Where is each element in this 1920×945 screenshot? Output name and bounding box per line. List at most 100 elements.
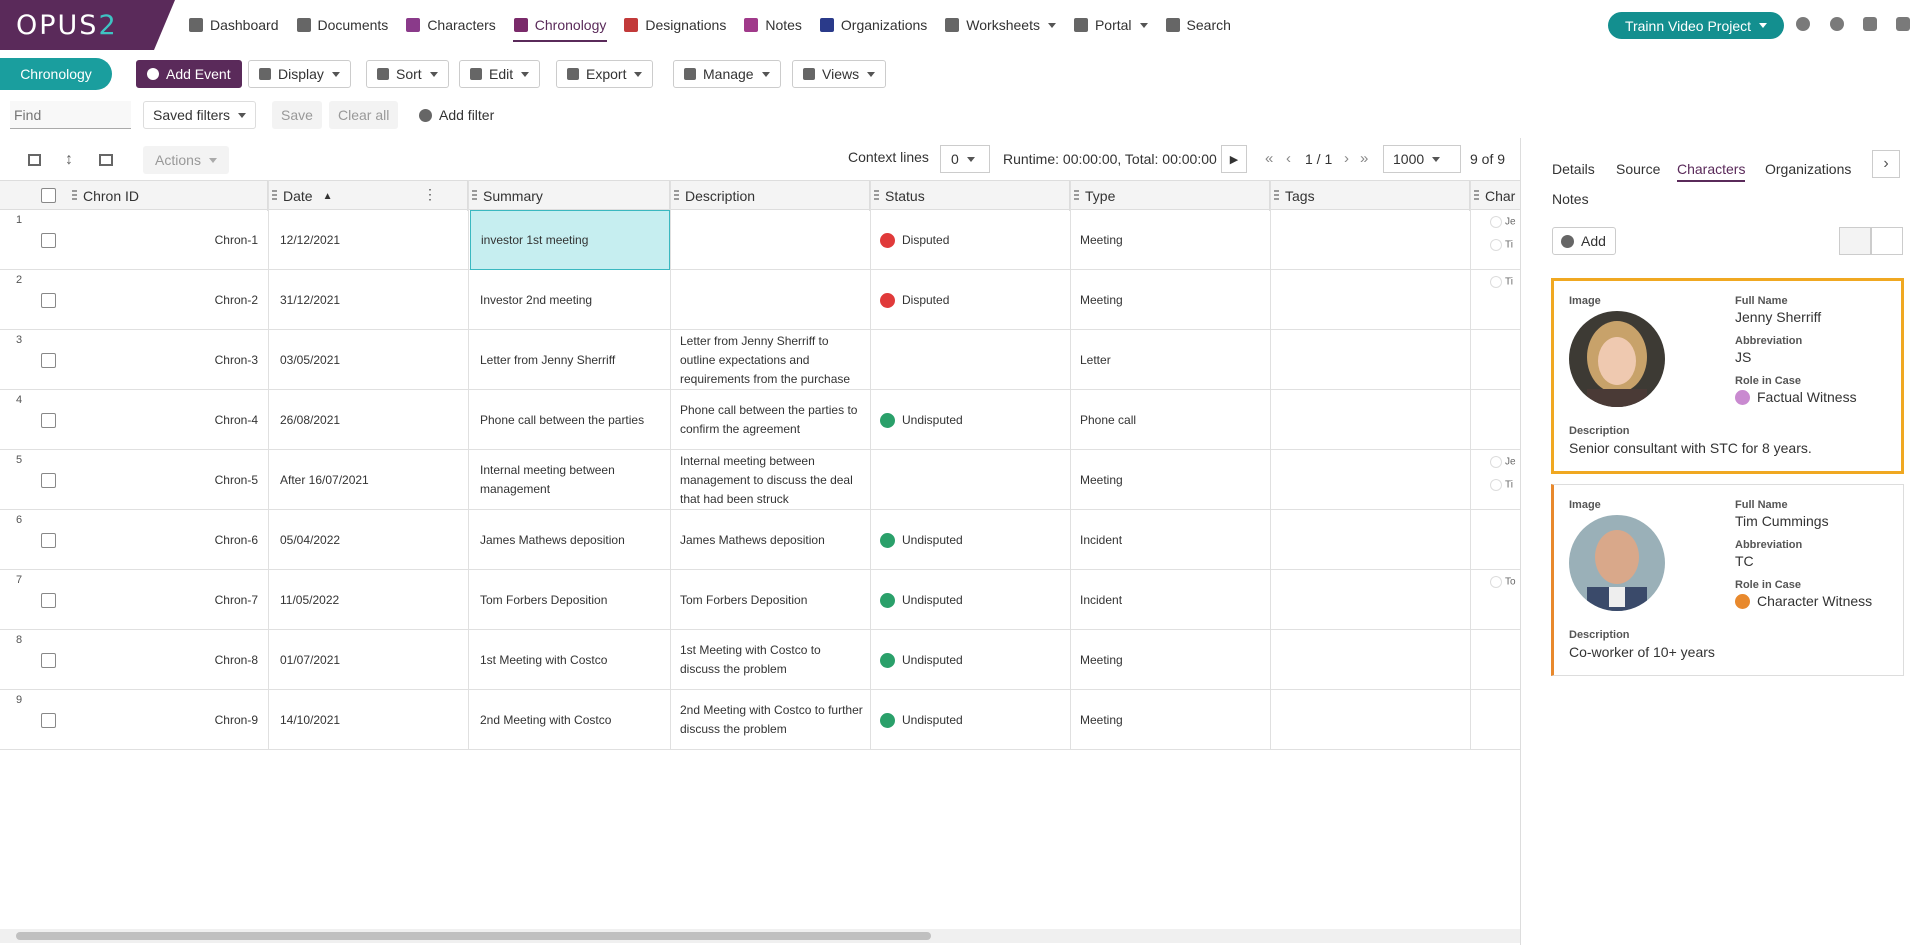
cell-summary[interactable]: James Mathews deposition — [470, 510, 670, 570]
nav-notes[interactable]: Notes — [735, 0, 811, 50]
help-icon[interactable] — [1796, 17, 1810, 31]
cell-date[interactable]: 11/05/2022 — [280, 570, 466, 630]
cell-date[interactable]: 01/07/2021 — [280, 630, 466, 690]
cell-description[interactable]: Letter from Jenny Sherriff to outline ex… — [670, 330, 870, 390]
cell-chron-id[interactable]: Chron-7 — [68, 570, 264, 630]
cell-type[interactable]: Letter — [1080, 330, 1270, 390]
cell-type[interactable]: Meeting — [1080, 210, 1270, 270]
cell-date[interactable]: 05/04/2022 — [280, 510, 466, 570]
cell-tags[interactable] — [1280, 510, 1470, 570]
cell-date[interactable]: 31/12/2021 — [280, 270, 466, 330]
cell-status[interactable]: Undisputed — [880, 570, 1070, 630]
nav-worksheets[interactable]: Worksheets — [936, 0, 1065, 50]
drag-handle-icon[interactable] — [472, 190, 477, 202]
tab-organizations[interactable]: Organizations — [1765, 161, 1851, 177]
cell-chron-id[interactable]: Chron-8 — [68, 630, 264, 690]
cell-summary[interactable]: investor 1st meeting — [470, 210, 670, 270]
nav-characters[interactable]: Characters — [397, 0, 504, 50]
cell-type[interactable]: Phone call — [1080, 390, 1270, 450]
drag-handle-icon[interactable] — [1274, 190, 1279, 202]
cell-type[interactable]: Meeting — [1080, 450, 1270, 510]
cell-date[interactable]: 14/10/2021 — [280, 690, 466, 750]
page-size-select[interactable]: 1000 — [1383, 145, 1461, 173]
cell-summary[interactable]: 1st Meeting with Costco — [470, 630, 670, 690]
cell-status[interactable] — [880, 450, 1070, 510]
nav-chronology[interactable]: Chronology — [505, 0, 616, 50]
cell-description[interactable] — [670, 210, 870, 270]
cell-chron-id[interactable]: Chron-1 — [68, 210, 264, 270]
row-height-icon[interactable]: ↕ — [65, 151, 73, 169]
column-header-date[interactable]: Date ▲ ⋮ — [268, 181, 468, 211]
column-header-summary[interactable]: Summary — [468, 181, 670, 211]
display-button[interactable]: Display — [248, 60, 351, 88]
cell-chron-id[interactable]: Chron-2 — [68, 270, 264, 330]
row-checkbox[interactable] — [41, 293, 56, 308]
table-view-icon[interactable] — [1871, 227, 1903, 255]
nav-documents[interactable]: Documents — [288, 0, 398, 50]
cell-type[interactable]: Meeting — [1080, 690, 1270, 750]
saved-filters-dropdown[interactable]: Saved filters — [143, 101, 257, 129]
cell-tags[interactable] — [1280, 450, 1470, 510]
columns-icon[interactable] — [99, 154, 113, 166]
table-row[interactable]: 3 Chron-3 03/05/2021 Letter from Jenny Sh… — [0, 330, 1520, 390]
scrollbar-thumb[interactable] — [16, 932, 931, 940]
cell-summary[interactable]: Tom Forbers Deposition — [470, 570, 670, 630]
cell-chron-id[interactable]: Chron-4 — [68, 390, 264, 450]
tab-source[interactable]: Source — [1616, 161, 1660, 177]
prev-page-icon[interactable]: ‹ — [1286, 150, 1291, 167]
drag-handle-icon[interactable] — [272, 190, 277, 202]
cell-description[interactable]: Phone call between the parties to confir… — [670, 390, 870, 450]
table-row[interactable]: 9 Chron-9 14/10/2021 2nd Meeting with Cos… — [0, 690, 1520, 750]
cell-tags[interactable] — [1280, 330, 1470, 390]
character-chip[interactable]: To — [1490, 576, 1518, 588]
add-filter-button[interactable]: Add filter — [410, 101, 503, 129]
column-header-type[interactable]: Type — [1070, 181, 1270, 211]
row-checkbox[interactable] — [41, 713, 56, 728]
sort-asc-icon[interactable]: ▲ — [323, 191, 333, 202]
card-view-icon[interactable] — [1839, 227, 1871, 255]
cell-summary[interactable]: Letter from Jenny Sherriff — [470, 330, 670, 390]
find-input[interactable] — [10, 101, 131, 129]
cell-date[interactable]: After 16/07/2021 — [280, 450, 466, 510]
save-filter-button[interactable]: Save — [272, 101, 322, 129]
cell-date[interactable]: 26/08/2021 — [280, 390, 466, 450]
cell-description[interactable]: 1st Meeting with Costco to discuss the p… — [670, 630, 870, 690]
cell-status[interactable]: Undisputed — [880, 390, 1070, 450]
row-checkbox[interactable] — [41, 533, 56, 548]
cell-status[interactable]: Undisputed — [880, 510, 1070, 570]
row-checkbox[interactable] — [41, 653, 56, 668]
nav-portal[interactable]: Portal — [1065, 0, 1157, 50]
bell-icon[interactable] — [1863, 17, 1877, 31]
table-row[interactable]: 7 Chron-7 11/05/2022 Tom Forbers Depositi… — [0, 570, 1520, 630]
first-page-icon[interactable]: « — [1265, 150, 1273, 167]
cell-tags[interactable] — [1280, 390, 1470, 450]
cell-description[interactable]: 2nd Meeting with Costco to further discu… — [670, 690, 870, 750]
cell-date[interactable]: 12/12/2021 — [280, 210, 466, 270]
table-row[interactable]: 4 Chron-4 26/08/2021 Phone call between t… — [0, 390, 1520, 450]
cell-chron-id[interactable]: Chron-9 — [68, 690, 264, 750]
cell-status[interactable]: Disputed — [880, 270, 1070, 330]
cell-description[interactable]: James Mathews deposition — [670, 510, 870, 570]
nav-designations[interactable]: Designations — [615, 0, 735, 50]
play-button[interactable]: ▶ — [1221, 145, 1247, 173]
tab-characters[interactable]: Characters — [1677, 161, 1746, 182]
cell-chron-id[interactable]: Chron-5 — [68, 450, 264, 510]
table-row[interactable]: 8 Chron-8 01/07/2021 1st Meeting with Cos… — [0, 630, 1520, 690]
cell-date[interactable]: 03/05/2021 — [280, 330, 466, 390]
cell-summary[interactable]: Phone call between the parties — [470, 390, 670, 450]
tab-details[interactable]: Details — [1552, 161, 1595, 177]
cell-description[interactable] — [670, 270, 870, 330]
tab-notes[interactable]: Notes — [1552, 191, 1589, 207]
select-all-checkbox[interactable] — [41, 188, 56, 203]
drag-handle-icon[interactable] — [674, 190, 679, 202]
sort-button[interactable]: Sort — [366, 60, 449, 88]
cell-description[interactable]: Tom Forbers Deposition — [670, 570, 870, 630]
row-checkbox[interactable] — [41, 473, 56, 488]
cell-status[interactable]: Disputed — [880, 210, 1070, 270]
clear-all-button[interactable]: Clear all — [329, 101, 399, 129]
table-row[interactable]: 5 Chron-5 After 16/07/2021 Internal meeti… — [0, 450, 1520, 510]
cell-tags[interactable] — [1280, 210, 1470, 270]
cell-description[interactable]: Internal meeting between management to d… — [670, 450, 870, 510]
horizontal-scrollbar[interactable] — [0, 929, 1520, 943]
cell-status[interactable]: Undisputed — [880, 630, 1070, 690]
